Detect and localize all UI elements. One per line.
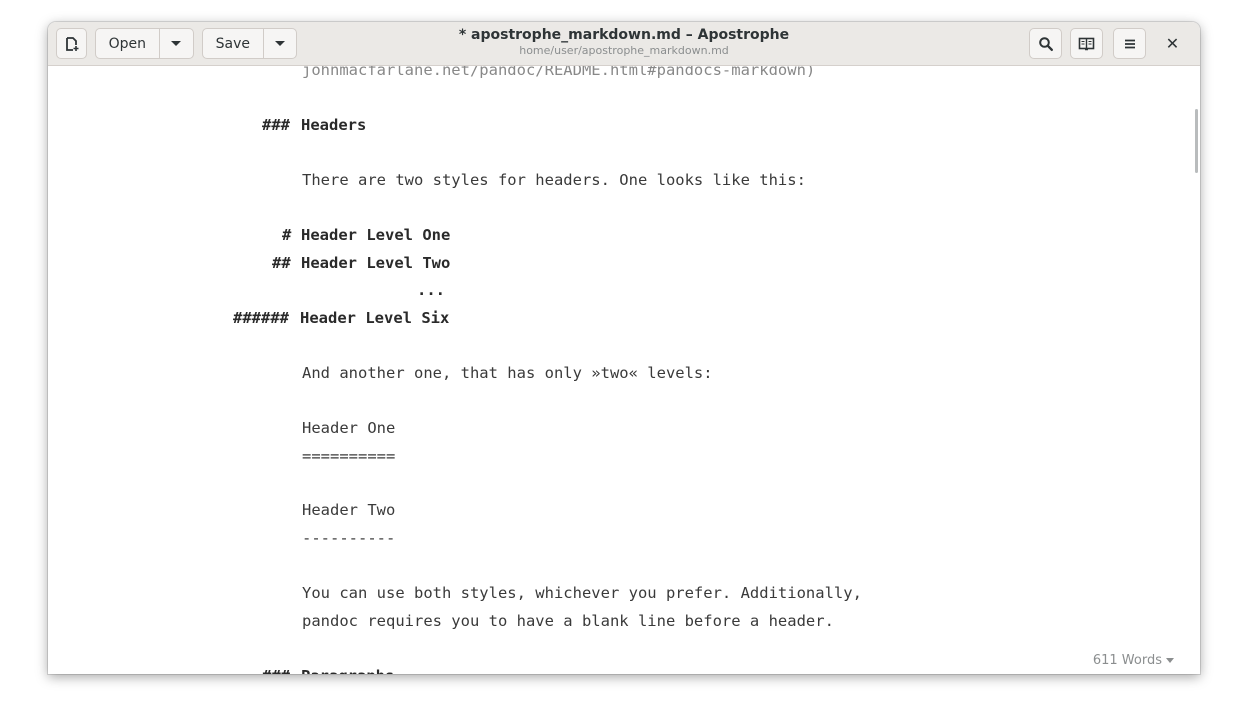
editor-text-area[interactable]: johnmacfarlane.net/pandoc/README.html#pa… [48, 66, 1200, 674]
word-count-button[interactable]: 611 Words [1093, 653, 1174, 668]
heading-text: Header Level One [301, 226, 451, 244]
vertical-scrollbar[interactable] [1195, 109, 1198, 173]
editor-line: You can use both styles, whichever you p… [302, 584, 862, 602]
word-count-label: 611 Words [1092, 653, 1162, 668]
heading-text: Headers [301, 116, 367, 134]
chevron-down-icon [1166, 658, 1174, 663]
close-icon: ✕ [1165, 34, 1180, 53]
open-button-group: Open [95, 28, 194, 59]
editor-line: Header One [302, 419, 396, 437]
editor-line: And another one, that has only »two« lev… [302, 364, 713, 382]
editor-line: ========== [302, 447, 396, 465]
heading-text: Paragraphs [301, 666, 394, 674]
close-button[interactable]: ✕ [1157, 28, 1188, 59]
chevron-down-icon [171, 41, 182, 46]
editor-line: Header Two [302, 501, 396, 519]
heading-text: Header Level Six [300, 309, 450, 327]
save-options-dropdown[interactable] [262, 29, 296, 58]
hamburger-menu-icon [1124, 39, 1135, 48]
editor-line: johnmacfarlane.net/pandoc/README.html#pa… [302, 66, 816, 79]
ellipsis-line: ... [417, 281, 445, 299]
main-menu-button[interactable] [1113, 28, 1146, 59]
book-preview-icon [1078, 37, 1095, 50]
heading-marker: ## [272, 254, 291, 272]
search-icon [1038, 36, 1053, 51]
editor-line: There are two styles for headers. One lo… [302, 171, 806, 189]
heading-text: Header Level Two [301, 254, 451, 272]
header-bar: Open Save * apostrophe_markdown.md – Apo… [48, 22, 1200, 66]
new-document-button[interactable] [56, 28, 87, 59]
new-document-icon [65, 36, 78, 51]
chevron-down-icon [274, 41, 285, 46]
heading-marker: ### [262, 666, 290, 674]
open-button[interactable]: Open [96, 29, 159, 58]
heading-marker: ### [262, 116, 290, 134]
app-window: Open Save * apostrophe_markdown.md – Apo… [48, 22, 1200, 674]
preview-button[interactable] [1070, 28, 1103, 59]
editor-line: pandoc requires you to have a blank line… [302, 612, 834, 630]
save-button[interactable]: Save [203, 29, 263, 58]
heading-marker: # [282, 226, 292, 244]
open-recent-dropdown[interactable] [158, 29, 193, 58]
search-button[interactable] [1029, 28, 1062, 59]
save-button-group: Save [202, 28, 297, 59]
heading-marker: ###### [233, 309, 289, 327]
editor-line: ---------- [302, 529, 396, 547]
